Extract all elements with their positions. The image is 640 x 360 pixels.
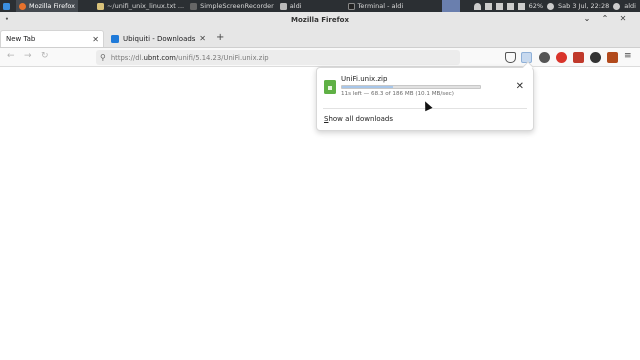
taskbar-item-home-folder[interactable]: aldi [277, 0, 305, 12]
taskbar-item-label: aldi [289, 2, 302, 10]
taskbar-item-text-editor[interactable]: ~/unifi_unix_linux.txt ... [94, 0, 187, 12]
taskbar-item-label: Terminal - aldi [357, 2, 404, 10]
url-prefix: https://dl. [110, 53, 144, 62]
menu-icon[interactable]: ≡ [624, 51, 632, 61]
taskbar-item-label: ~/unifi_unix_linux.txt ... [106, 2, 185, 10]
battery-percent: 62% [528, 2, 544, 10]
ubiquiti-favicon-icon [111, 34, 119, 43]
url-host: ubnt.com [143, 53, 176, 62]
taskbar-item-screen-recorder[interactable]: SimpleScreenRecorder [187, 0, 277, 12]
network-icon[interactable] [473, 2, 481, 10]
zip-file-icon [324, 80, 336, 94]
download-status: 11s left — 68.3 of 186 MB (10.1 MB/sec) [341, 91, 454, 97]
download-filename: UniFi.unix.zip [341, 75, 388, 83]
tab-label: Ubiquiti - Downloads [123, 34, 196, 43]
notification-icon[interactable] [547, 2, 555, 10]
firefox-icon [19, 2, 26, 10]
close-tab-icon[interactable]: ✕ [92, 35, 99, 44]
taskbar-item-label: SimpleScreenRecorder [200, 2, 274, 10]
home-folder-icon [279, 2, 287, 10]
taskbar-workspace-indicator[interactable] [442, 0, 461, 12]
show-all-downloads-label: how all downloads [328, 115, 394, 123]
tab-label: New Tab [6, 35, 36, 43]
screen-recorder-icon [190, 2, 198, 10]
extension-icon[interactable] [573, 52, 584, 63]
text-editor-icon [96, 2, 104, 10]
reload-icon[interactable]: ↻ [41, 51, 49, 61]
terminal-icon [347, 2, 355, 10]
taskbar-item-firefox[interactable]: Mozilla Firefox [16, 0, 78, 12]
adblock-icon[interactable] [556, 52, 567, 63]
navigation-bar: ← → ↻ ⚲ https://dl. ubnt.com/unifi/5.14.2… [0, 48, 640, 67]
show-all-downloads-button[interactable]: Show all downloads [324, 115, 393, 123]
extension-icon[interactable] [539, 52, 550, 63]
download-progress-fill [342, 86, 394, 88]
battery-icon[interactable] [517, 2, 525, 10]
taskbar-item-label: Mozilla Firefox [29, 2, 75, 10]
window-titlebar: • Mozilla Firefox ⌄ ⌃ ✕ [0, 12, 640, 27]
minimize-icon[interactable]: ⌄ [582, 14, 592, 23]
window-menu-icon[interactable]: • [5, 16, 9, 23]
tab-ubiquiti-downloads[interactable]: Ubiquiti - Downloads ✕ [106, 30, 210, 47]
tab-strip: New Tab ✕ Ubiquiti - Downloads ✕ + [0, 27, 640, 48]
user-icon[interactable] [613, 2, 621, 10]
close-tab-icon[interactable]: ✕ [199, 34, 206, 43]
bluetooth-icon[interactable] [484, 2, 492, 10]
extension-icon[interactable] [607, 52, 618, 63]
volume-icon[interactable] [506, 2, 514, 10]
app-menu-icon [3, 2, 10, 10]
maximize-icon[interactable]: ⌃ [600, 14, 610, 23]
app-menu-button[interactable] [0, 0, 16, 12]
download-progress-bar [341, 85, 481, 89]
cancel-download-icon[interactable]: ✕ [516, 81, 524, 92]
downloads-panel: UniFi.unix.zip 11s left — 68.3 of 186 MB… [316, 61, 534, 131]
url-bar[interactable]: ⚲ https://dl. ubnt.com/unifi/5.14.23/UniF… [96, 50, 460, 65]
url-path: /unifi/5.14.23/UniFi.unix.zip [175, 53, 269, 62]
search-icon: ⚲ [100, 53, 106, 62]
close-window-icon[interactable]: ✕ [618, 14, 628, 23]
taskbar-item-terminal[interactable]: Terminal - aldi [345, 0, 407, 12]
clock[interactable]: Sab 3 Jul, 22:28 [558, 2, 609, 10]
username[interactable]: aldi [624, 2, 636, 10]
system-taskbar: Mozilla Firefox ~/unifi_unix_linux.txt .… [0, 0, 640, 12]
new-tab-button[interactable]: + [216, 32, 224, 43]
extension-icon[interactable] [590, 52, 601, 63]
tab-new-tab[interactable]: New Tab ✕ [0, 30, 104, 47]
forward-icon[interactable]: → [24, 51, 32, 61]
window-title: Mozilla Firefox [291, 15, 349, 24]
recording-icon[interactable] [495, 2, 503, 10]
pocket-icon[interactable] [505, 52, 516, 63]
back-icon[interactable]: ← [7, 51, 15, 61]
